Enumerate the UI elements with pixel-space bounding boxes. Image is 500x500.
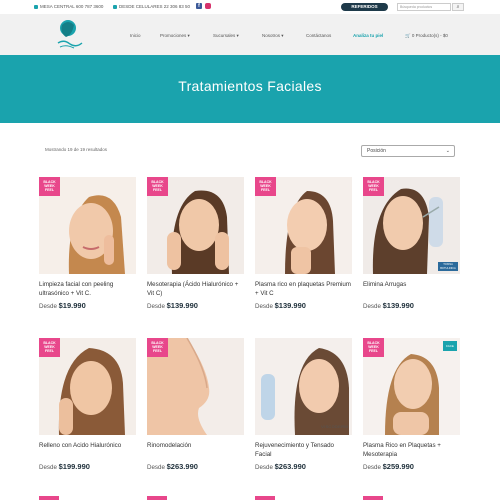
cart-summary[interactable]: 🛒 0 Producto(s) - $0 bbox=[405, 33, 448, 39]
viscoderm-label: VISCODERM bbox=[321, 424, 348, 429]
phone-mobile[interactable]: DESDE CELULARES 22 306 83 50 bbox=[113, 4, 190, 9]
site-header: Inicio Promociones ▾ Sucursales ▾ Nosotr… bbox=[0, 14, 500, 55]
product-price: Desde $199.990 bbox=[39, 462, 90, 471]
product-image[interactable]: BLACK WEEK FEEL bbox=[147, 338, 244, 435]
toxina-tag: TOXINA BOTULINICA bbox=[438, 262, 458, 271]
black-week-badge: BLACK WEEK FEEL bbox=[147, 338, 168, 357]
product-price: Desde $259.990 bbox=[363, 462, 414, 471]
logo[interactable] bbox=[52, 17, 88, 53]
product-price: Desde $139.990 bbox=[363, 301, 414, 310]
black-week-badge: BLACK WEEK FEEL bbox=[363, 338, 384, 357]
product-price: Desde $263.990 bbox=[147, 462, 198, 471]
nav-analiza-tu-piel[interactable]: Analiza tu piel bbox=[353, 33, 383, 38]
next-row-badge bbox=[39, 496, 59, 500]
page-title: Tratamientos Faciales bbox=[178, 78, 322, 94]
results-count: Mostrando 19 de 19 resultados bbox=[45, 147, 108, 152]
black-week-badge: BLACK WEEK FEEL bbox=[255, 177, 276, 196]
product-name[interactable]: Rejuvenecimiento y Tensado Facial bbox=[255, 442, 352, 459]
nav-promociones[interactable]: Promociones ▾ bbox=[160, 33, 190, 39]
nav-contactanos[interactable]: Contáctanos bbox=[306, 33, 331, 38]
product-image[interactable]: VISCODERM bbox=[255, 338, 352, 435]
mobile-icon bbox=[113, 4, 117, 9]
product-image[interactable]: BLACK WEEK FEEL bbox=[39, 338, 136, 435]
top-bar: MESA CENTRAL 600 787 3600 DESDE CELULARE… bbox=[0, 0, 500, 14]
product-price: Desde $139.990 bbox=[147, 301, 198, 310]
nav-inicio[interactable]: Inicio bbox=[130, 33, 141, 38]
next-row-badge bbox=[363, 496, 383, 500]
nav-sucursales[interactable]: Sucursales ▾ bbox=[213, 33, 239, 39]
product-name[interactable]: Limpieza facial con peeling ultrasónico … bbox=[39, 281, 136, 298]
black-week-badge: BLACK WEEK FEEL bbox=[147, 177, 168, 196]
product-image[interactable]: BLACK WEEK FEEL TOXINA BOTULINICA bbox=[363, 177, 460, 274]
corner-tag: FACE bbox=[443, 341, 457, 351]
product-name[interactable]: Mesoterapia (Ácido Hialurónico + Vit C) bbox=[147, 281, 244, 298]
product-image[interactable]: BLACK WEEK FEEL bbox=[255, 177, 352, 274]
referrals-button[interactable]: REFERIDOS bbox=[341, 3, 388, 11]
nav-nosotros[interactable]: Nosotros ▾ bbox=[262, 33, 284, 39]
product-name[interactable]: Rinomodelación bbox=[147, 442, 244, 451]
next-row-badge bbox=[147, 496, 167, 500]
black-week-badge: BLACK WEEK FEEL bbox=[39, 177, 60, 196]
product-image[interactable]: BLACK WEEK FEEL bbox=[147, 177, 244, 274]
chevron-down-icon: ⌄ bbox=[445, 148, 450, 154]
next-row-badge bbox=[255, 496, 275, 500]
phone-mobile-label: DESDE CELULARES 22 306 83 50 bbox=[119, 4, 191, 9]
product-price: Desde $263.990 bbox=[255, 462, 306, 471]
black-week-badge: BLACK WEEK FEEL bbox=[363, 177, 384, 196]
product-name[interactable]: Plasma Rico en Plaquetas + Mesoterapia bbox=[363, 442, 460, 459]
search-input[interactable]: Búsqueda productos bbox=[397, 3, 451, 11]
product-price: Desde $139.990 bbox=[255, 301, 306, 310]
product-image[interactable]: BLACK WEEK FEEL FACE bbox=[363, 338, 460, 435]
product-name[interactable]: Relleno con Acido Hialurónico bbox=[39, 442, 136, 451]
phone-central[interactable]: MESA CENTRAL 600 787 3600 bbox=[34, 4, 103, 9]
phone-icon bbox=[34, 4, 38, 9]
product-price: Desde $19.990 bbox=[39, 301, 86, 310]
search-button[interactable]: ⌕ bbox=[452, 3, 464, 11]
instagram-icon[interactable] bbox=[205, 3, 211, 9]
hero-banner: Tratamientos Faciales bbox=[0, 55, 500, 123]
product-image[interactable]: BLACK WEEK FEEL bbox=[39, 177, 136, 274]
sort-select[interactable]: Posición ⌄ bbox=[361, 145, 455, 157]
black-week-badge: BLACK WEEK FEEL bbox=[39, 338, 60, 357]
sort-selected: Posición bbox=[367, 148, 386, 154]
product-name[interactable]: Plasma rico en plaquetas Premium + Vit C bbox=[255, 281, 352, 298]
phone-central-label: MESA CENTRAL 600 787 3600 bbox=[40, 4, 104, 9]
product-name[interactable]: Elimina Arrugas bbox=[363, 281, 460, 290]
facebook-icon[interactable]: f bbox=[196, 3, 202, 9]
